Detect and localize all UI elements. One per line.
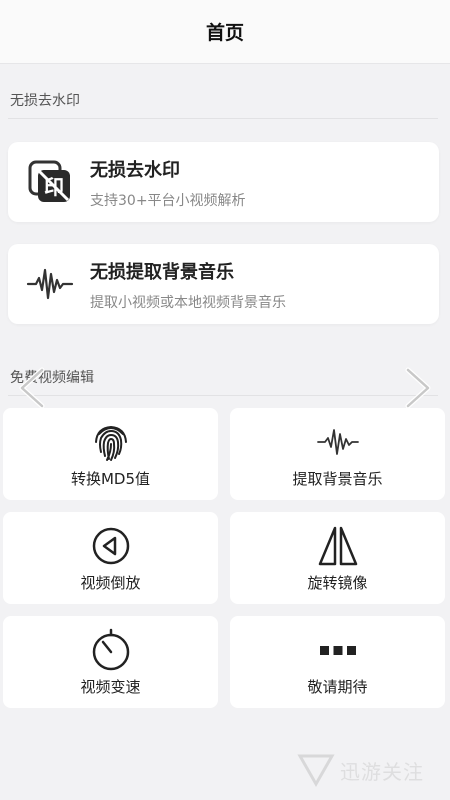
- card-extract-music[interactable]: 无损提取背景音乐 提取小视频或本地视频背景音乐: [8, 244, 439, 324]
- waveform-icon: [26, 260, 74, 308]
- reverse-play-icon: [89, 524, 133, 568]
- timer-icon: [89, 628, 133, 672]
- tile-coming-soon[interactable]: 敬请期待: [230, 616, 445, 708]
- tile-label: 视频倒放: [80, 574, 141, 592]
- tile-rotate-mirror[interactable]: 旋转镜像: [230, 512, 445, 604]
- mirror-icon: [316, 524, 360, 568]
- card-remove-watermark[interactable]: 印 无损去水印 支持30+平台小视频解析: [8, 142, 439, 222]
- carousel-next-arrow-icon[interactable]: [400, 366, 436, 410]
- tile-md5[interactable]: 转换MD5值: [3, 408, 218, 500]
- top-bar: 首页: [0, 0, 450, 64]
- watermark-remove-icon: 印: [26, 158, 74, 206]
- tile-label: 转换MD5值: [70, 470, 151, 488]
- more-icon: [316, 628, 360, 672]
- card-description: 支持30+平台小视频解析: [90, 193, 246, 209]
- fingerprint-icon: [89, 420, 133, 464]
- section-title-watermark: 无损去水印: [10, 93, 80, 109]
- waveform-icon: [316, 420, 360, 464]
- card-title: 无损去水印: [90, 160, 180, 181]
- card-description: 提取小视频或本地视频背景音乐: [90, 295, 286, 311]
- page-title: 首页: [205, 22, 244, 44]
- tile-extract-music[interactable]: 提取背景音乐: [230, 408, 445, 500]
- tile-label: 提取背景音乐: [292, 470, 383, 488]
- section-divider: [8, 118, 438, 119]
- card-title: 无损提取背景音乐: [90, 262, 234, 283]
- carousel-prev-arrow-icon[interactable]: [14, 366, 50, 410]
- section-divider: [8, 395, 438, 396]
- tile-label: 视频变速: [80, 678, 141, 696]
- tile-reverse-video[interactable]: 视频倒放: [3, 512, 218, 604]
- tile-label: 旋转镜像: [307, 574, 368, 592]
- watermark-text: 迅游关注: [340, 760, 424, 784]
- corner-watermark: 迅游关注: [296, 748, 436, 790]
- tile-speed[interactable]: 视频变速: [3, 616, 218, 708]
- tile-label: 敬请期待: [307, 678, 368, 696]
